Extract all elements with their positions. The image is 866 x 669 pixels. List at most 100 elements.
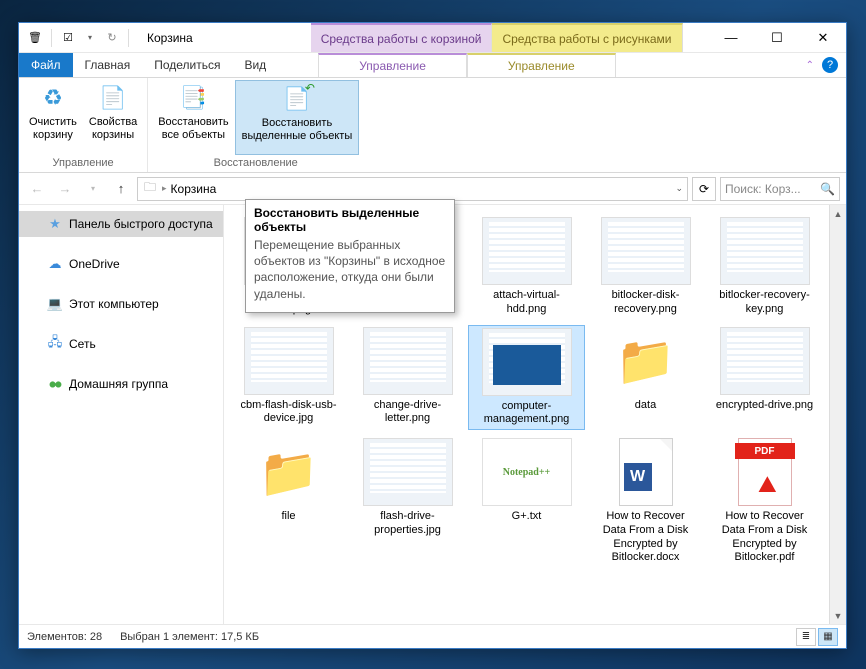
file-name: bitlocker-recovery-key.png xyxy=(715,289,815,317)
tab-share[interactable]: Поделиться xyxy=(142,53,232,77)
file-name: How to Recover Data From a Disk Encrypte… xyxy=(715,510,815,565)
status-bar: Элементов: 28 Выбран 1 элемент: 17,5 КБ … xyxy=(19,624,846,648)
minimize-button[interactable]: — xyxy=(708,23,754,53)
restore-all-icon xyxy=(177,82,209,114)
tab-view[interactable]: Вид xyxy=(232,53,278,77)
file-item[interactable]: bitlocker-recovery-key.png xyxy=(706,215,823,319)
item-count: Элементов: 28 xyxy=(27,631,102,643)
tab-manage-pictures[interactable]: Управление xyxy=(467,53,616,77)
file-name: data xyxy=(635,399,656,413)
file-item[interactable]: flash-drive-properties.jpg xyxy=(349,436,466,567)
file-item[interactable]: cbm-flash-disk-usb-device.jpg xyxy=(230,325,347,431)
file-tab[interactable]: Файл xyxy=(19,53,73,77)
help-icon[interactable]: ? xyxy=(822,57,838,73)
tree-item-onedrive[interactable]: OneDrive xyxy=(19,251,223,277)
label: Свойства xyxy=(89,116,137,129)
selection-info: Выбран 1 элемент: 17,5 КБ xyxy=(120,631,259,643)
restore-selected-button[interactable]: Восстановить выделенные объекты xyxy=(235,80,360,155)
qat-dropdown-icon[interactable]: ▾ xyxy=(82,30,98,46)
file-name: file xyxy=(281,510,295,524)
tree-item-label: Панель быстрого доступа xyxy=(69,217,213,231)
refresh-button[interactable]: ⟳ xyxy=(692,177,716,201)
ribbon-group-restore: Восстановить все объекты Восстановить вы… xyxy=(148,78,363,172)
file-item[interactable]: How to Recover Data From a Disk Encrypte… xyxy=(587,436,704,567)
restore-selected-icon xyxy=(281,83,313,115)
properties-icon[interactable]: ☑ xyxy=(60,30,76,46)
restore-all-button[interactable]: Восстановить все объекты xyxy=(152,80,234,155)
group-label: Управление xyxy=(53,155,114,172)
ribbon-group-manage: Очистить корзину Свойства корзины Управл… xyxy=(19,78,148,172)
context-tab-picture-tools[interactable]: Средства работы с рисунками xyxy=(492,23,682,52)
chevron-down-icon[interactable]: ⌄ xyxy=(675,183,683,194)
file-item[interactable]: 📁data xyxy=(587,325,704,431)
maximize-button[interactable]: ☐ xyxy=(754,23,800,53)
address-bar[interactable]: ▸ Корзина ⌄ xyxy=(137,177,688,201)
search-icon[interactable]: 🔍 xyxy=(820,182,835,196)
file-item[interactable]: change-drive-letter.png xyxy=(349,325,466,431)
screenshot-thumb xyxy=(244,327,334,395)
screenshot-thumb xyxy=(720,327,810,395)
file-name: encrypted-drive.png xyxy=(716,399,813,413)
navigation-pane[interactable]: Панель быстрого доступа OneDrive Этот комп… xyxy=(19,205,224,624)
up-button[interactable]: ↑ xyxy=(109,177,133,201)
separator xyxy=(128,29,129,47)
breadcrumb-separator: ▸ xyxy=(162,183,167,194)
window-controls: — ☐ ✕ xyxy=(708,23,846,53)
ribbon: Очистить корзину Свойства корзины Управл… xyxy=(19,78,846,173)
tab-manage-recycle[interactable]: Управление xyxy=(318,53,467,77)
details-view-button[interactable]: ≣ xyxy=(796,628,816,646)
close-button[interactable]: ✕ xyxy=(800,23,846,53)
file-name: G+.txt xyxy=(512,510,542,524)
word-doc-icon xyxy=(601,438,691,506)
tree-item-label: OneDrive xyxy=(69,257,120,271)
scroll-up-icon[interactable]: ▲ xyxy=(830,205,847,222)
group-label: Восстановление xyxy=(214,155,298,172)
file-item[interactable]: attach-virtual-hdd.png xyxy=(468,215,585,319)
label: Очистить xyxy=(29,116,77,129)
screenshot-thumb xyxy=(482,328,572,396)
file-name: cbm-flash-disk-usb-device.jpg xyxy=(239,399,339,427)
back-button[interactable]: ← xyxy=(25,177,49,201)
tree-item-network[interactable]: Сеть xyxy=(19,331,223,357)
redo-icon[interactable]: ↻ xyxy=(104,30,120,46)
file-name: computer-management.png xyxy=(477,400,577,428)
file-item[interactable]: encrypted-drive.png xyxy=(706,325,823,431)
context-tab-recycle-tools[interactable]: Средства работы с корзиной xyxy=(311,23,493,52)
bin-properties-button[interactable]: Свойства корзины xyxy=(83,80,143,155)
screenshot-thumb xyxy=(482,217,572,285)
search-box[interactable]: Поиск: Корз... 🔍 xyxy=(720,177,840,201)
file-name: attach-virtual-hdd.png xyxy=(477,289,577,317)
file-item[interactable]: Notepad++ G+.txt xyxy=(468,436,585,567)
vertical-scrollbar[interactable]: ▲ ▼ xyxy=(829,205,846,624)
icons-view-button[interactable]: ▦ xyxy=(818,628,838,646)
screenshot-thumb xyxy=(720,217,810,285)
scroll-down-icon[interactable]: ▼ xyxy=(830,607,847,624)
tree-item-thispc[interactable]: Этот компьютер xyxy=(19,291,223,317)
homegroup-icon xyxy=(47,376,63,392)
collapse-ribbon-icon[interactable]: ⌃ xyxy=(806,60,814,71)
screenshot-thumb xyxy=(601,217,691,285)
recycle-icon xyxy=(37,82,69,114)
label: корзину xyxy=(33,129,73,142)
tree-item-label: Этот компьютер xyxy=(69,297,159,311)
forward-button[interactable]: → xyxy=(53,177,77,201)
folder-icon: 📁 xyxy=(244,438,334,506)
empty-bin-button[interactable]: Очистить корзину xyxy=(23,80,83,155)
tree-item-homegroup[interactable]: Домашняя группа xyxy=(19,371,223,397)
file-item[interactable]: computer-management.png xyxy=(468,325,585,431)
quick-access-toolbar: 🗑 ☑ ▾ ↻ xyxy=(19,29,139,47)
text-file-icon: Notepad++ xyxy=(482,438,572,506)
label: Восстановить xyxy=(158,116,228,129)
file-item[interactable]: bitlocker-disk-recovery.png xyxy=(587,215,704,319)
recent-dropdown[interactable]: ▾ xyxy=(81,177,105,201)
file-item[interactable]: 📁 file xyxy=(230,436,347,567)
file-name: change-drive-letter.png xyxy=(358,399,458,427)
tree-item-quick[interactable]: Панель быстрого доступа xyxy=(19,211,223,237)
onedrive-icon xyxy=(47,256,63,272)
breadcrumb[interactable]: Корзина xyxy=(171,182,217,196)
address-end: ⌄ xyxy=(675,183,683,194)
label: корзины xyxy=(92,129,134,142)
file-item[interactable]: PDF How to Recover Data From a Disk Encry… xyxy=(706,436,823,567)
pdf-badge: PDF xyxy=(735,443,795,459)
tab-home[interactable]: Главная xyxy=(73,53,143,77)
